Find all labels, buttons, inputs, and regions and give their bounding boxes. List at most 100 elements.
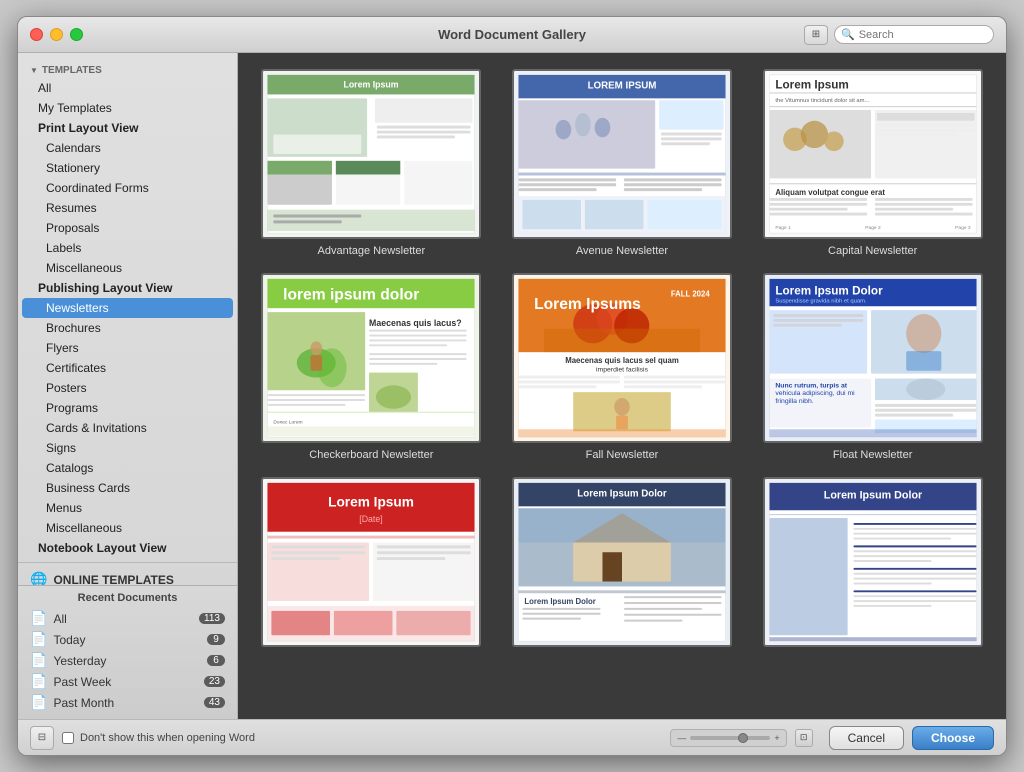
sidebar-item-resumes[interactable]: Resumes <box>18 198 237 218</box>
template-gallery: Lorem Ipsum <box>238 53 1006 719</box>
sidebar-item-stationery[interactable]: Stationery <box>18 158 237 178</box>
recent-past-month-label: Past Month <box>53 696 197 710</box>
template-card-advantage[interactable]: Lorem Ipsum <box>254 69 489 257</box>
template-thumb-row3-2: Lorem Ipsum Dolor Lorem Ipsum Dolor <box>512 477 732 647</box>
minimize-button[interactable] <box>50 28 63 41</box>
recent-yesterday[interactable]: 📄 Yesterday 6 <box>26 650 229 671</box>
recent-past-week-count: 23 <box>204 676 225 687</box>
zoom-thumb <box>738 733 748 743</box>
footer-right: — + ⊡ <box>670 729 812 747</box>
dont-show-checkbox[interactable] <box>62 732 74 744</box>
templates-section-header: ▼ TEMPLATES <box>18 61 237 78</box>
zoom-slider[interactable] <box>690 736 770 740</box>
template-label-fall: Fall Newsletter <box>586 449 659 461</box>
online-templates-label: ONLINE TEMPLATES <box>53 573 173 586</box>
template-card-row3-3[interactable]: Lorem Ipsum Dolor <box>755 477 990 653</box>
sidebar-item-calendars[interactable]: Calendars <box>18 138 237 158</box>
sidebar-item-coordinated-forms[interactable]: Coordinated Forms <box>18 178 237 198</box>
svg-text:[Date]: [Date] <box>360 514 383 524</box>
calendar-yesterday-icon: 📄 <box>30 652 47 669</box>
calendar-week-icon: 📄 <box>30 673 47 690</box>
sidebar-item-my-templates[interactable]: My Templates <box>18 98 237 118</box>
sidebar-top: ▼ TEMPLATES All My Templates Print Layou… <box>18 53 237 585</box>
title-bar: Word Document Gallery ⊞ 🔍 <box>18 17 1006 53</box>
sidebar-item-miscellaneous-print[interactable]: Miscellaneous <box>18 258 237 278</box>
template-card-checkerboard[interactable]: lorem ipsum dolor Maecenas quis lacus? <box>254 273 489 461</box>
sidebar-item-miscellaneous-pub[interactable]: Miscellaneous <box>18 518 237 538</box>
recent-past-month[interactable]: 📄 Past Month 43 <box>26 692 229 713</box>
sidebar-item-print-layout-view[interactable]: Print Layout View <box>18 118 237 138</box>
search-input[interactable] <box>859 29 987 41</box>
template-card-fall[interactable]: FALL 2024 Lorem Ipsums Maecenas quis lac… <box>505 273 740 461</box>
template-label-capital: Capital Newsletter <box>828 245 917 257</box>
main-content: ▼ TEMPLATES All My Templates Print Layou… <box>18 53 1006 719</box>
svg-text:Page 3: Page 3 <box>955 225 971 231</box>
recent-yesterday-label: Yesterday <box>53 654 201 668</box>
template-thumb-capital: Lorem Ipsum the Vitumnus tincidunt dolor… <box>763 69 983 239</box>
sidebar-item-certificates[interactable]: Certificates <box>18 358 237 378</box>
sidebar-item-cards-invitations[interactable]: Cards & Invitations <box>18 418 237 438</box>
sidebar-item-signs[interactable]: Signs <box>18 438 237 458</box>
sidebar-item-proposals[interactable]: Proposals <box>18 218 237 238</box>
window-title: Word Document Gallery <box>438 27 586 42</box>
template-card-capital[interactable]: Lorem Ipsum the Vitumnus tincidunt dolor… <box>755 69 990 257</box>
template-label-avenue: Avenue Newsletter <box>576 245 668 257</box>
sidebar: ▼ TEMPLATES All My Templates Print Layou… <box>18 53 238 719</box>
svg-text:FALL 2024: FALL 2024 <box>671 289 711 298</box>
zoom-in-icon: + <box>774 733 779 743</box>
title-right: ⊞ 🔍 <box>804 25 994 45</box>
svg-text:Suspendisse gravida nibh et qu: Suspendisse gravida nibh et quam. <box>775 298 867 304</box>
maximize-button[interactable] <box>70 28 83 41</box>
recent-all[interactable]: 📄 All 113 <box>26 608 229 629</box>
template-label-advantage: Advantage Newsletter <box>318 245 426 257</box>
recent-documents-section: Recent Documents 📄 All 113 📄 Today 9 📄 Y… <box>18 585 237 719</box>
sidebar-item-newsletters[interactable]: Newsletters <box>22 298 233 318</box>
traffic-lights <box>30 28 83 41</box>
template-thumb-avenue: LOREM IPSUM <box>512 69 732 239</box>
svg-text:Donec Lorem: Donec Lorem <box>274 419 303 425</box>
recent-all-count: 113 <box>199 613 225 624</box>
template-card-float[interactable]: Lorem Ipsum Dolor Suspendisse gravida ni… <box>755 273 990 461</box>
sidebar-item-brochures[interactable]: Brochures <box>18 318 237 338</box>
svg-text:Page 2: Page 2 <box>865 225 881 231</box>
collapse-icon: ▼ <box>30 66 38 75</box>
svg-text:Lorem Ipsum Dolor: Lorem Ipsum Dolor <box>577 489 667 500</box>
svg-text:lorem ipsum dolor: lorem ipsum dolor <box>283 286 419 303</box>
sidebar-item-programs[interactable]: Programs <box>18 398 237 418</box>
calendar-today-icon: 📄 <box>30 631 47 648</box>
recent-documents-header: Recent Documents <box>26 592 229 604</box>
view-toggle-button[interactable]: ⊞ <box>804 25 828 45</box>
svg-text:Lorem Ipsum Dolor: Lorem Ipsum Dolor <box>775 285 883 298</box>
recent-today-count: 9 <box>207 634 225 645</box>
sidebar-item-catalogs[interactable]: Catalogs <box>18 458 237 478</box>
svg-text:Lorem Ipsum: Lorem Ipsum <box>775 79 848 92</box>
recent-past-week[interactable]: 📄 Past Week 23 <box>26 671 229 692</box>
sidebar-item-notebook-layout-view[interactable]: Notebook Layout View <box>18 538 237 558</box>
sidebar-item-posters[interactable]: Posters <box>18 378 237 398</box>
footer-checkbox-area: Don't show this when opening Word <box>62 732 662 744</box>
sidebar-item-flyers[interactable]: Flyers <box>18 338 237 358</box>
search-icon: 🔍 <box>841 28 855 41</box>
template-thumb-advantage: Lorem Ipsum <box>261 69 481 239</box>
sidebar-item-labels[interactable]: Labels <box>18 238 237 258</box>
choose-button[interactable]: Choose <box>912 726 994 750</box>
sidebar-item-menus[interactable]: Menus <box>18 498 237 518</box>
cancel-button[interactable]: Cancel <box>829 726 904 750</box>
footer-bar: ⊟ Don't show this when opening Word — + … <box>18 719 1006 755</box>
zoom-control: — + <box>670 729 786 747</box>
template-thumb-checkerboard: lorem ipsum dolor Maecenas quis lacus? <box>261 273 481 443</box>
recent-today-label: Today <box>53 633 201 647</box>
footer-view-button[interactable]: ⊟ <box>30 726 54 750</box>
svg-text:Aliquam volutpat congue erat: Aliquam volutpat congue erat <box>775 188 885 197</box>
zoom-fit-button[interactable]: ⊡ <box>795 729 813 747</box>
template-thumb-fall: FALL 2024 Lorem Ipsums Maecenas quis lac… <box>512 273 732 443</box>
template-card-row3-2[interactable]: Lorem Ipsum Dolor Lorem Ipsum Dolor <box>505 477 740 653</box>
sidebar-item-publishing-layout-view[interactable]: Publishing Layout View <box>18 278 237 298</box>
close-button[interactable] <box>30 28 43 41</box>
template-card-avenue[interactable]: LOREM IPSUM <box>505 69 740 257</box>
template-card-row3-1[interactable]: Lorem Ipsum [Date] <box>254 477 489 653</box>
sidebar-item-all[interactable]: All <box>18 78 237 98</box>
sidebar-item-business-cards[interactable]: Business Cards <box>18 478 237 498</box>
sidebar-item-online-templates[interactable]: 🌐 ONLINE TEMPLATES <box>18 567 237 585</box>
recent-today[interactable]: 📄 Today 9 <box>26 629 229 650</box>
